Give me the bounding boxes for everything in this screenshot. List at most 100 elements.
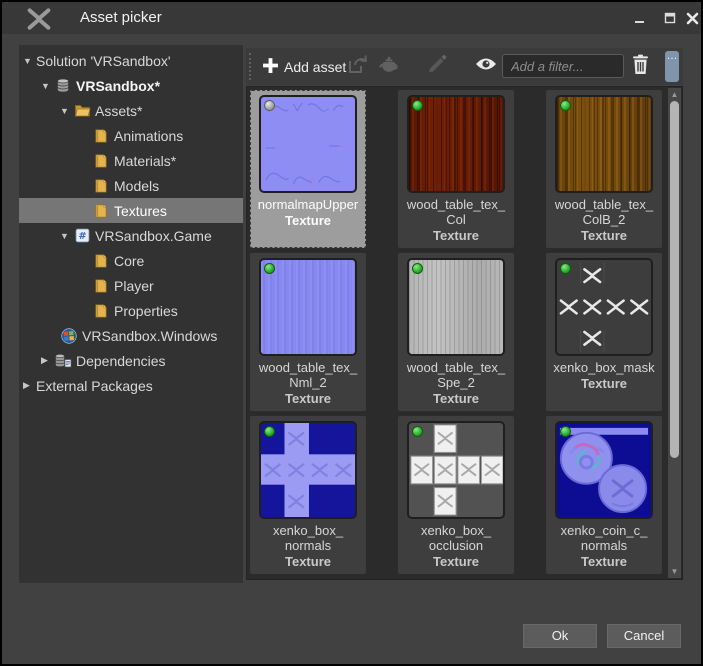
tree-item-player[interactable]: Player: [19, 273, 243, 298]
tree-item-textures[interactable]: Textures: [19, 198, 243, 223]
toolbar-grip[interactable]: [249, 53, 251, 80]
status-dot-icon: [560, 100, 571, 111]
expander-icon[interactable]: ▼: [60, 231, 73, 241]
grid-scrollbar[interactable]: ▲ ▼: [668, 88, 681, 578]
asset-thumbnail: [259, 421, 357, 519]
asset-thumbnail: [259, 95, 357, 193]
asset-tile-wood-table-tex-col[interactable]: wood_table_tex_ Col Texture: [398, 90, 514, 248]
expander-icon[interactable]: ▼: [60, 106, 73, 116]
tree-item-label: External Packages: [36, 378, 153, 394]
expander-icon[interactable]: ▼: [41, 81, 54, 91]
folder-icon: [92, 278, 110, 294]
solution-tree: ▼ Solution 'VRSandbox' ▼ VRSandbox* ▼ As…: [19, 45, 243, 583]
minimize-button[interactable]: [630, 9, 650, 27]
tree-item-dependencies[interactable]: ▶ Dependencies: [19, 348, 243, 373]
status-dot-icon: [412, 426, 423, 437]
trash-icon: [631, 54, 650, 80]
scroll-down-arrow[interactable]: ▼: [668, 565, 681, 578]
asset-type: Texture: [285, 391, 331, 406]
expander-icon[interactable]: ▼: [23, 56, 36, 66]
asset-tile-wood-table-tex-spe-2[interactable]: wood_table_tex_ Spe_2 Texture: [398, 253, 514, 411]
filter-input[interactable]: [502, 54, 624, 78]
asset-thumbnail: [555, 421, 653, 519]
ok-button[interactable]: Ok: [523, 624, 597, 648]
asset-tile-xenko-box-normals[interactable]: xenko_box_ normals Texture: [250, 416, 366, 574]
asset-type: Texture: [285, 213, 331, 228]
asset-grid: normalmapUpper Texture wood_table_tex_ C…: [247, 87, 682, 579]
tree-item-vrsandbox-windows[interactable]: VRSandbox.Windows: [19, 323, 243, 348]
asset-name: wood_table_tex_ Spe_2: [407, 360, 505, 390]
asset-thumbnail: [259, 258, 357, 356]
teapot-icon: [377, 54, 401, 79]
more-icon: …: [667, 50, 678, 62]
asset-tile-wood-table-tex-colb-2[interactable]: wood_table_tex_ ColB_2 Texture: [546, 90, 662, 248]
tree-item-materials[interactable]: Materials*: [19, 148, 243, 173]
status-dot-icon: [560, 426, 571, 437]
asset-type: Texture: [581, 376, 627, 391]
folder-icon: [92, 128, 110, 144]
pencil-icon: [426, 54, 447, 80]
tree-item-assets[interactable]: ▼ Assets*: [19, 98, 243, 123]
tree-item-vrsandbox[interactable]: ▼ VRSandbox*: [19, 73, 243, 98]
delete-asset-button[interactable]: [626, 52, 654, 81]
asset-tile-xenko-box-occlusion[interactable]: xenko_box_ occlusion Texture: [398, 416, 514, 574]
asset-tile-xenko-box-mask[interactable]: xenko_box_mask Texture: [546, 253, 662, 411]
asset-tile-normalmapupper[interactable]: normalmapUpper Texture: [250, 90, 366, 248]
svg-text:#: #: [78, 231, 86, 242]
tree-item-external-packages[interactable]: ▶ External Packages: [19, 373, 243, 398]
asset-name: xenko_box_ normals: [273, 523, 343, 553]
asset-name: wood_table_tex_ ColB_2: [555, 197, 653, 227]
asset-name: normalmapUpper: [258, 197, 358, 212]
tree-item-models[interactable]: Models: [19, 173, 243, 198]
asset-type: Texture: [433, 228, 479, 243]
package-icon: [54, 78, 72, 94]
expander-icon[interactable]: ▶: [41, 355, 54, 366]
add-asset-label: Add asset: [284, 59, 346, 75]
add-asset-button[interactable]: Add asset: [258, 52, 350, 81]
asset-thumbnail: [555, 95, 653, 193]
status-dot-icon: [412, 263, 423, 274]
asset-type: Texture: [285, 554, 331, 569]
scrollbar-thumb[interactable]: [670, 101, 679, 458]
tree-item-label: Core: [114, 253, 144, 269]
asset-tile-xenko-coin-c-normals[interactable]: xenko_coin_c_ normals Texture: [546, 416, 662, 574]
edit-asset-button[interactable]: [422, 52, 450, 81]
window-title: Asset picker: [80, 2, 162, 34]
tree-item-animations[interactable]: Animations: [19, 123, 243, 148]
tree-item-label: Textures: [114, 203, 167, 219]
expander-icon[interactable]: ▶: [23, 380, 36, 391]
cancel-button[interactable]: Cancel: [607, 624, 681, 648]
view-options-button[interactable]: [472, 52, 500, 81]
status-dot-icon: [412, 100, 423, 111]
tree-item-label: Models: [114, 178, 159, 194]
xenko-logo-icon: [21, 7, 57, 36]
status-dot-icon: [264, 100, 275, 111]
asset-thumbnail: [555, 258, 653, 356]
import-asset-button[interactable]: [344, 52, 372, 81]
tree-item-solution-vrsandbox[interactable]: ▼ Solution 'VRSandbox': [19, 48, 243, 73]
tree-item-label: Solution 'VRSandbox': [36, 53, 171, 69]
asset-type: Texture: [581, 554, 627, 569]
tree-item-label: VRSandbox.Game: [95, 228, 212, 244]
asset-name: xenko_box_mask: [553, 360, 654, 375]
scroll-up-arrow[interactable]: ▲: [668, 88, 681, 101]
maximize-button[interactable]: [660, 9, 680, 27]
tree-item-vrsandbox-game[interactable]: ▼ # VRSandbox.Game: [19, 223, 243, 248]
status-dot-icon: [264, 426, 275, 437]
tree-item-label: Properties: [114, 303, 178, 319]
close-button[interactable]: [682, 9, 702, 27]
toolbar-overflow-button[interactable]: …: [665, 51, 679, 82]
titlebar: Asset picker: [2, 2, 701, 34]
asset-name: xenko_coin_c_ normals: [561, 523, 648, 553]
asset-toolbar: Add asset: [246, 48, 683, 85]
asset-thumbnail: [407, 421, 505, 519]
tree-item-core[interactable]: Core: [19, 248, 243, 273]
add-sample-teapot-button[interactable]: [375, 52, 403, 81]
status-dot-icon: [264, 263, 275, 274]
tree-item-properties[interactable]: Properties: [19, 298, 243, 323]
eye-icon: [474, 55, 498, 78]
windows-icon: [60, 328, 78, 344]
asset-thumbnail: [407, 258, 505, 356]
import-icon: [347, 53, 369, 80]
asset-tile-wood-table-tex-nml-2[interactable]: wood_table_tex_ Nml_2 Texture: [250, 253, 366, 411]
